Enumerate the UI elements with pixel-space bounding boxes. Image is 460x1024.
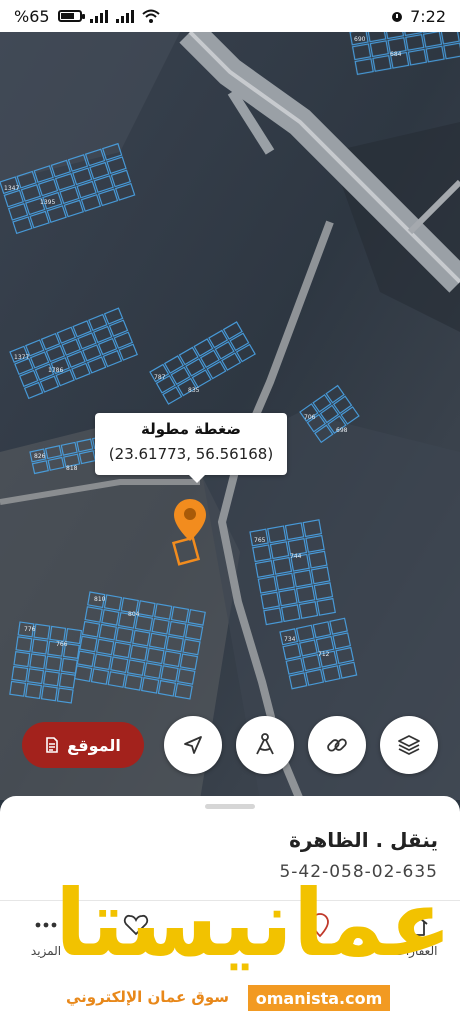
parcel-number: 734 bbox=[284, 636, 296, 643]
location-button[interactable]: الموقع bbox=[22, 722, 144, 768]
parcel-number: 706 bbox=[304, 414, 316, 421]
coordinate-callout[interactable]: ضغطة مطولة (23.61773, 56.56168) bbox=[95, 413, 287, 483]
navigate-button[interactable] bbox=[164, 716, 222, 774]
parcel-number: 804 bbox=[128, 611, 140, 618]
map-pin-icon[interactable] bbox=[172, 497, 208, 543]
measure-button[interactable] bbox=[236, 716, 294, 774]
document-icon bbox=[46, 737, 58, 753]
signal-icon bbox=[89, 9, 108, 23]
status-right: 7:22 bbox=[390, 7, 446, 26]
watermark-tagline: سوق عمان الإلكتروني bbox=[66, 988, 230, 1006]
status-left: %65 bbox=[14, 7, 160, 26]
parcel-number: 712 bbox=[318, 651, 330, 658]
parcel-number: 776 bbox=[24, 626, 36, 633]
measure-icon bbox=[256, 733, 274, 755]
watermark-url: omanista.com bbox=[248, 985, 390, 1011]
layers-button[interactable] bbox=[380, 716, 438, 774]
parcel-number: 818 bbox=[66, 465, 78, 472]
clock: 7:22 bbox=[410, 6, 446, 26]
parcel-number: 810 bbox=[94, 596, 106, 603]
location-button-label: الموقع bbox=[67, 735, 121, 755]
parcel-number: 1395 bbox=[40, 199, 55, 206]
parcel-number: 835 bbox=[188, 387, 200, 394]
callout-coords: (23.61773, 56.56168) bbox=[108, 445, 274, 463]
parcel-number: 698 bbox=[336, 427, 348, 434]
link-icon bbox=[327, 738, 347, 752]
parcel-number: 826 bbox=[34, 453, 46, 460]
parcel-title: ينقل . الظاهرة bbox=[289, 828, 438, 852]
parcel-number: 766 bbox=[56, 641, 68, 648]
navigate-icon bbox=[184, 736, 202, 754]
parcel-number: 1377 bbox=[14, 354, 29, 361]
signal-icon bbox=[115, 9, 134, 23]
parcel-number: 1347 bbox=[4, 185, 19, 192]
status-bar: %65 7:22 bbox=[0, 0, 460, 32]
callout-title: ضغطة مطولة bbox=[141, 420, 241, 438]
parcel-number: 1786 bbox=[48, 367, 63, 374]
parcel-number: 684 bbox=[390, 51, 402, 58]
battery-icon bbox=[57, 10, 85, 22]
wifi-icon bbox=[141, 9, 160, 23]
parcel-number: 787 bbox=[154, 374, 166, 381]
watermark-brand: عمانيستا bbox=[55, 870, 454, 977]
parcel-number: 690 bbox=[354, 36, 366, 43]
parcel-number: 744 bbox=[290, 553, 302, 560]
layers-icon bbox=[398, 735, 420, 755]
alarm-icon bbox=[392, 12, 403, 22]
sheet-handle[interactable] bbox=[205, 804, 255, 809]
parcel-number: 765 bbox=[254, 537, 266, 544]
link-button[interactable] bbox=[308, 716, 366, 774]
battery-percent: %65 bbox=[14, 6, 50, 26]
